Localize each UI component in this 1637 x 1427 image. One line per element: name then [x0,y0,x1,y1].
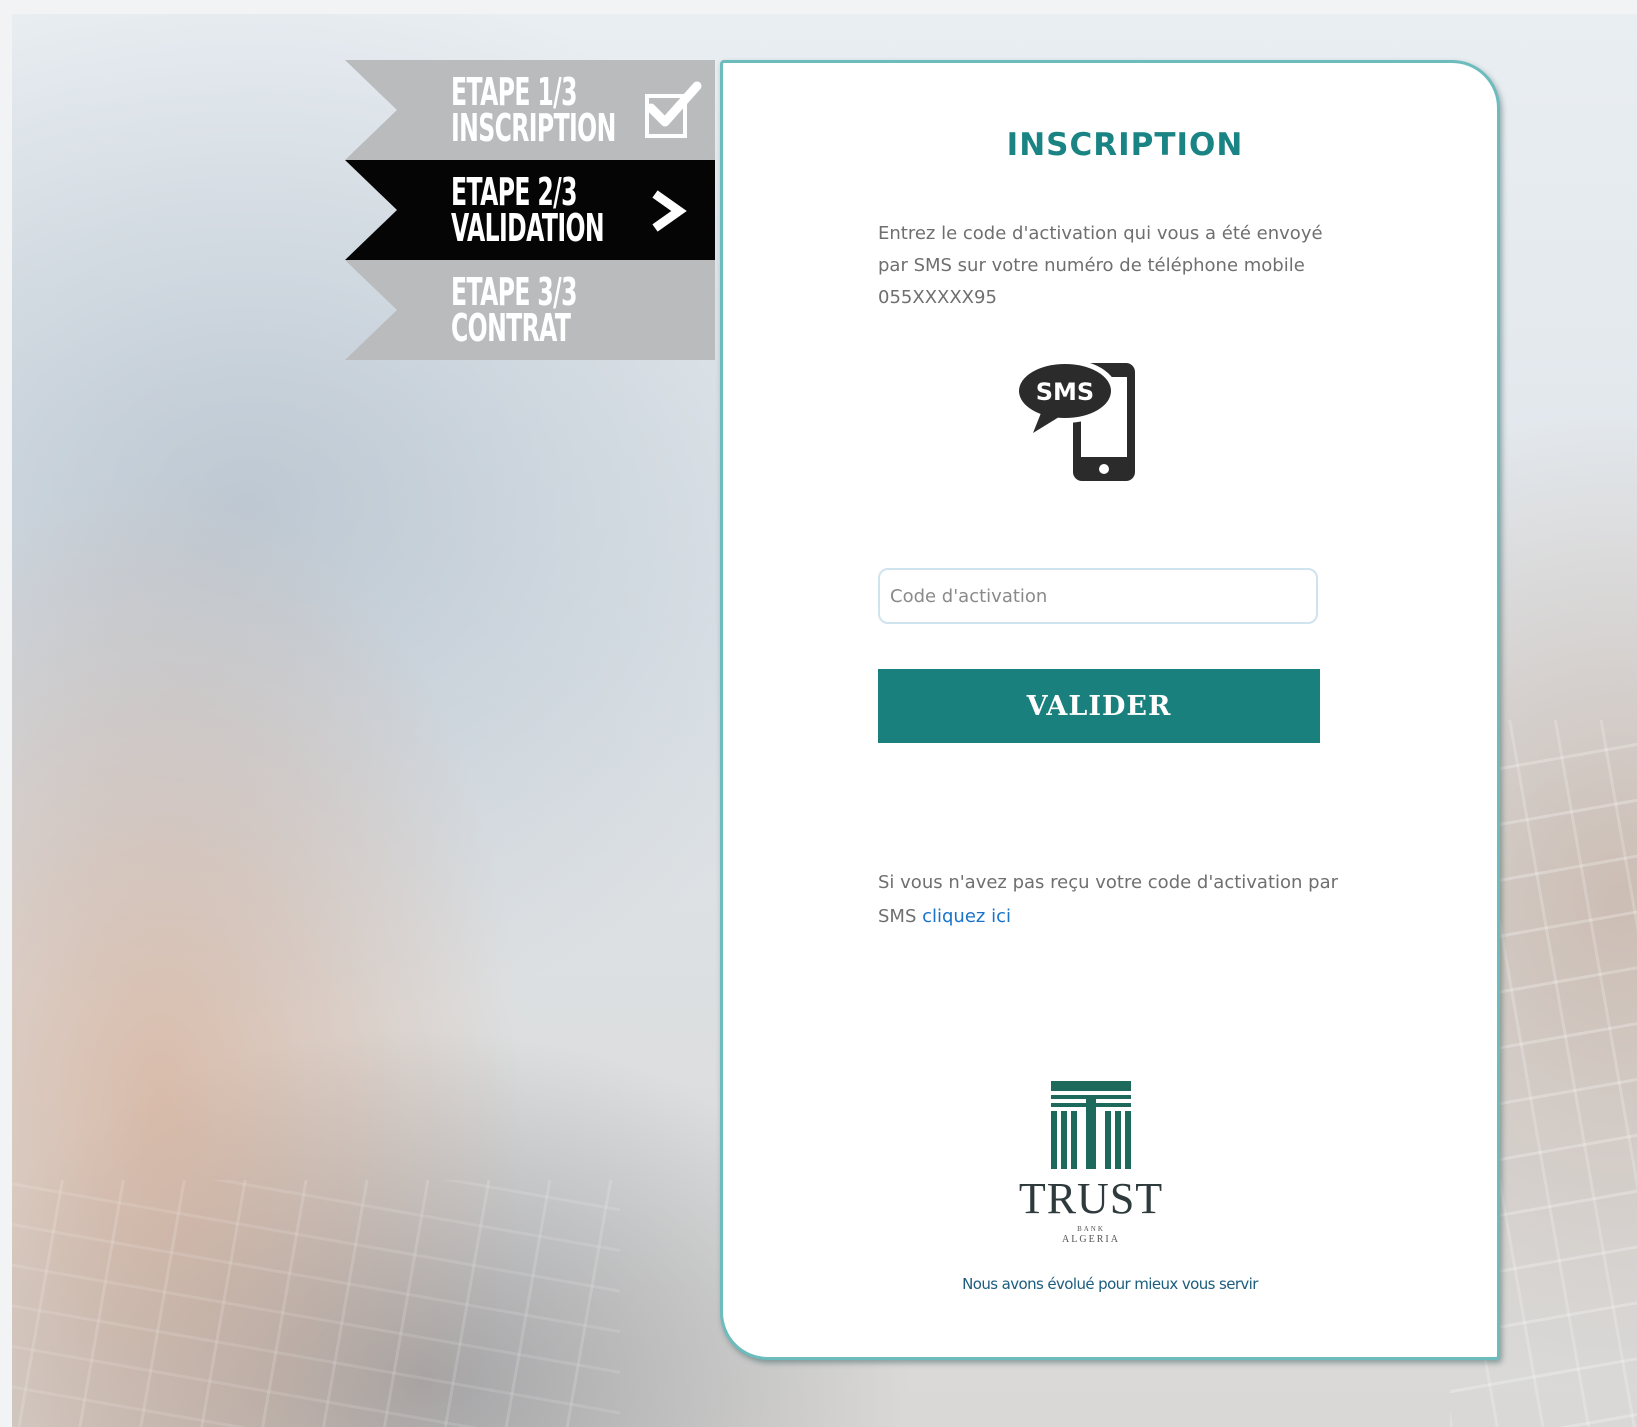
page: ETAPE 1/3 INSCRIPTION ETAPE 2/3 VALIDATI… [0,0,1637,1427]
tagline: Nous avons évolué pour mieux vous servir [962,1275,1258,1293]
step-1-number: ETAPE 1/3 [451,69,578,114]
instructions-text: Entrez le code d'activation qui vous a é… [878,223,1323,308]
sms-icon-label: SMS [1036,378,1094,406]
trust-logo-emblem-icon [1051,1081,1131,1169]
logo-bank: BANK [1077,1225,1105,1233]
sms-phone-icon: SMS [1013,359,1135,481]
step-2-title: VALIDATION [451,206,605,250]
check-icon [646,81,702,127]
step-3-contrat: ETAPE 3/3 CONTRAT [345,260,715,360]
logo-wordmark: TRUST [1018,1174,1164,1223]
trust-bank-logo: TRUST BANK ALGERIA [1006,1073,1176,1248]
step-2-number: ETAPE 2/3 [451,169,578,214]
step-1-inscription: ETAPE 1/3 INSCRIPTION [345,60,715,160]
chevron-right-icon [652,190,687,232]
step-3-number: ETAPE 3/3 [451,269,578,314]
activation-code-input[interactable] [878,568,1318,624]
step-2-label: ETAPE 2/3 VALIDATION [451,169,605,250]
steps-progress: ETAPE 1/3 INSCRIPTION ETAPE 2/3 VALIDATI… [345,60,715,360]
step-1-label: ETAPE 1/3 INSCRIPTION [451,69,616,150]
validation-card: INSCRIPTION Entrez le code d'activation … [720,60,1500,1360]
resend-text: Si vous n'avez pas reçu votre code d'act… [878,866,1348,934]
validate-button[interactable]: VALIDER [878,669,1320,743]
logo-algeria: ALGERIA [1062,1234,1120,1245]
step-3-title: CONTRAT [451,306,571,350]
step-3-label: ETAPE 3/3 CONTRAT [451,269,578,350]
step-1-title: INSCRIPTION [451,106,616,150]
card-title: INSCRIPTION [1006,127,1244,163]
resend-link[interactable]: cliquez ici [922,906,1011,927]
step-2-validation: ETAPE 2/3 VALIDATION [345,160,715,260]
